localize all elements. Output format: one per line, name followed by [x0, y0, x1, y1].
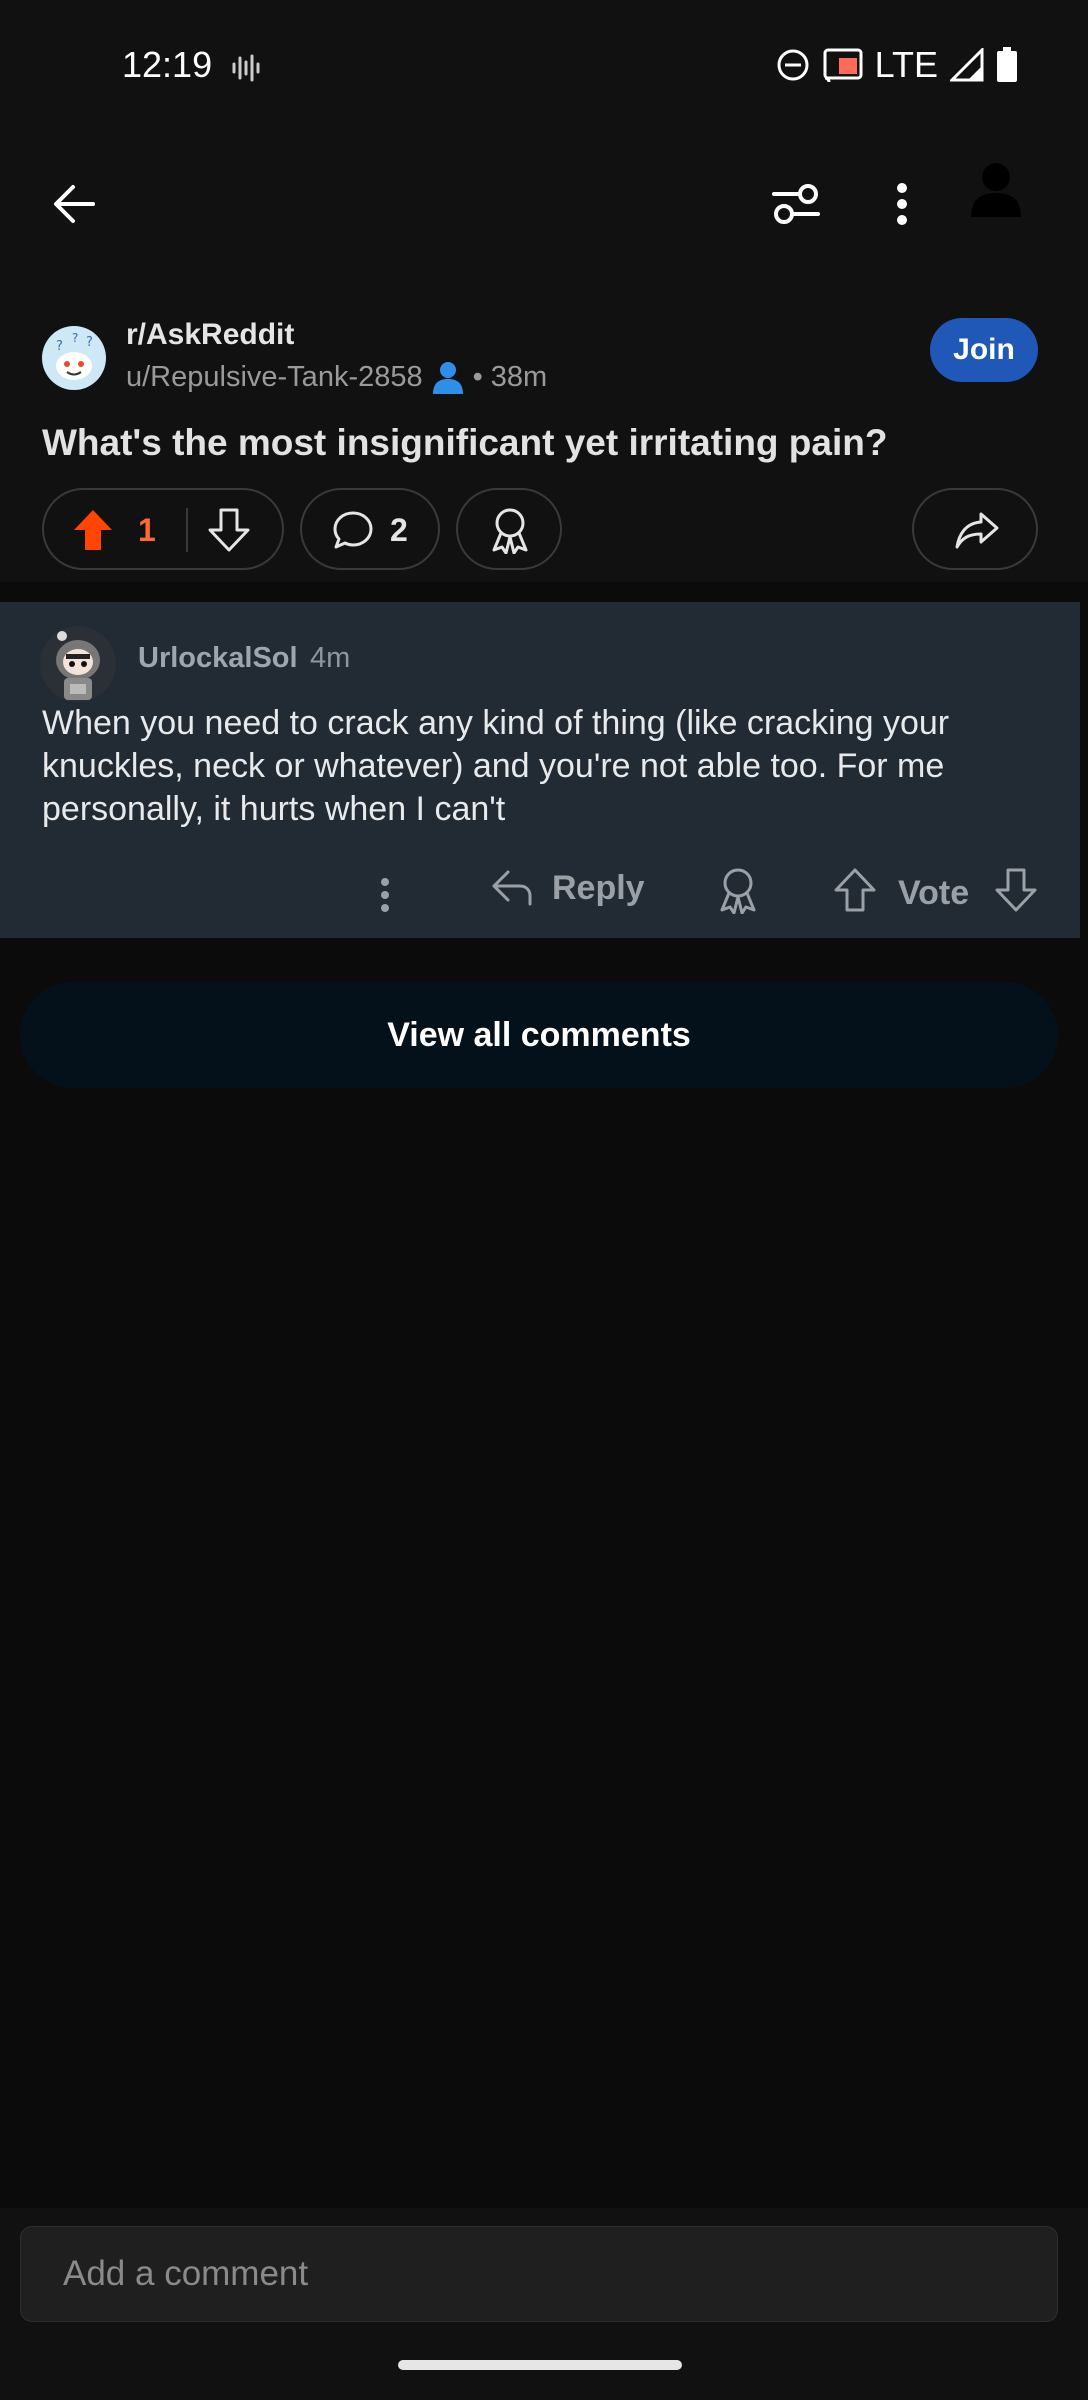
person-icon [432, 362, 463, 394]
share-button[interactable] [912, 488, 1038, 570]
svg-text:?: ? [72, 331, 78, 345]
comment-more-button[interactable] [370, 870, 400, 920]
comment-age: 4m [310, 642, 351, 674]
meta-separator: • [472, 360, 483, 393]
subreddit-avatar-icon: ? ? ? [56, 331, 93, 380]
award-icon [720, 868, 756, 915]
more-vertical-icon [381, 878, 389, 912]
comment-upvote-button[interactable] [834, 868, 876, 917]
do-not-disturb-icon [777, 49, 809, 81]
subreddit-avatar[interactable]: ? ? ? [42, 326, 106, 390]
battery-icon [997, 47, 1017, 82]
network-label: LTE [874, 44, 938, 85]
home-indicator[interactable] [398, 2360, 682, 2370]
add-comment-input[interactable]: Add a comment [20, 2226, 1058, 2322]
more-options-button[interactable] [868, 170, 936, 238]
status-icons: LTE [775, 44, 1018, 86]
more-vertical-icon [897, 183, 907, 225]
post-title[interactable]: What's the most insignificant yet irrita… [42, 422, 1042, 464]
downvote-button[interactable] [208, 508, 250, 557]
post-score: 1 [138, 512, 156, 548]
profile-icon [971, 163, 1021, 217]
join-button[interactable]: Join [930, 318, 1038, 382]
share-icon [955, 512, 999, 549]
filter-button[interactable] [762, 170, 830, 238]
post-meta: u/Repulsive-Tank-2858 • 38m [126, 360, 547, 394]
status-time: 12:19 [122, 44, 213, 85]
comment-author-avatar[interactable] [40, 626, 116, 702]
back-arrow-icon [54, 185, 95, 223]
comment-body: When you need to crack any kind of thing… [42, 704, 950, 828]
svg-text:?: ? [86, 335, 93, 350]
post-card: ? ? ? r/AskReddit u/Repulsive-Tank-2858 … [0, 278, 1088, 582]
post-author[interactable]: u/Repulsive-Tank-2858 [126, 361, 423, 394]
downvote-icon [995, 868, 1037, 912]
subreddit-name[interactable]: r/AskReddit [126, 318, 294, 352]
comment-award-button[interactable] [716, 866, 760, 919]
signal-icon [950, 48, 984, 82]
vote-pill: 1 [42, 488, 284, 570]
upvote-icon [74, 510, 112, 550]
filter-icon [772, 184, 820, 224]
status-bar: 12:19 LTE [0, 0, 1088, 130]
back-button[interactable] [40, 170, 108, 238]
reply-button[interactable]: Reply [490, 868, 645, 908]
profile-button[interactable] [960, 154, 1032, 226]
top-app-bar [0, 130, 1088, 279]
cast-icon [823, 48, 863, 82]
award-button[interactable] [456, 488, 562, 570]
comment-bubble-icon [333, 511, 373, 549]
upvote-button[interactable] [72, 508, 114, 557]
comments-button[interactable]: 2 [300, 488, 440, 570]
comment-card: UrlockalSol 4m When you need to crack an… [0, 602, 1080, 938]
reply-label: Reply [552, 868, 645, 907]
comment-count: 2 [390, 512, 408, 548]
reply-icon [492, 870, 532, 906]
comment-downvote-button[interactable] [995, 868, 1037, 917]
post-age: 38m [490, 360, 548, 393]
svg-text:?: ? [56, 339, 63, 354]
sound-wave-icon [232, 54, 260, 82]
view-all-comments-button[interactable]: View all comments [20, 982, 1058, 1088]
snoo-avatar-icon [56, 631, 100, 700]
downvote-icon [208, 508, 250, 552]
vote-label: Vote [898, 874, 970, 912]
comment-composer-bar: Add a comment [0, 2208, 1088, 2400]
comment-author[interactable]: UrlockalSol [138, 642, 298, 675]
award-icon [492, 508, 528, 554]
upvote-icon [834, 868, 876, 912]
comment-actions: Reply Vote [0, 860, 1080, 930]
vote-divider [186, 508, 188, 552]
